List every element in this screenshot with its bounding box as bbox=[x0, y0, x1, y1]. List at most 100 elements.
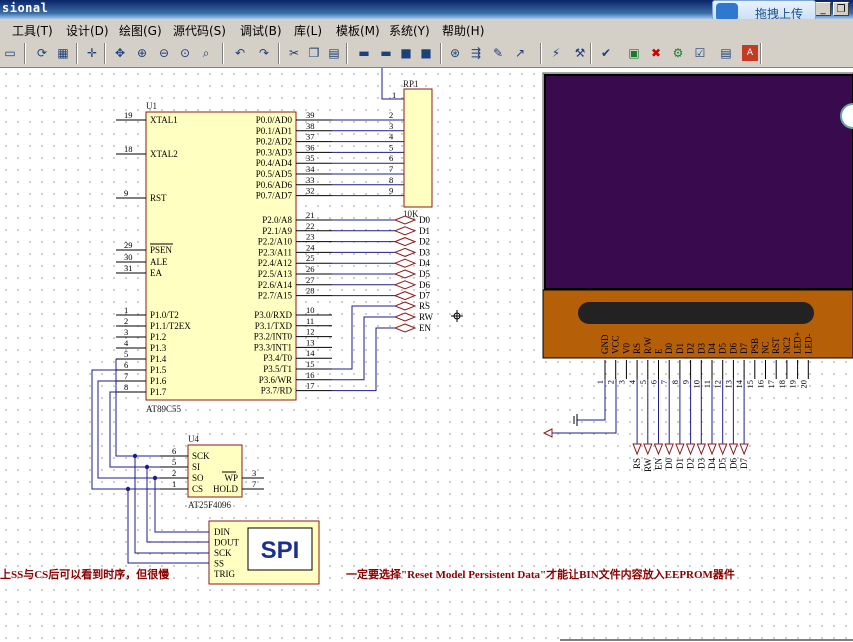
junction-dot bbox=[144, 464, 150, 470]
u1-pin-name: P0.5/AD5 bbox=[256, 169, 293, 179]
lcd-pin-num: 6 bbox=[649, 380, 659, 384]
menu-bar: 工具(T) 设计(D) 绘图(G) 源代码(S) 调试(B) 库(L) 模板(M) 系统(Y)… bbox=[0, 19, 853, 40]
paste-icon[interactable]: ▤ bbox=[326, 45, 342, 61]
lcd-pin-num: 5 bbox=[638, 380, 648, 384]
restore-button[interactable]: ❐ bbox=[833, 2, 849, 16]
menu-6[interactable]: 模板(M) bbox=[336, 22, 380, 39]
zoom-in-icon[interactable]: ⊕ bbox=[134, 45, 150, 61]
new-sheet-icon[interactable]: ▣ bbox=[626, 45, 642, 61]
net-label-rw-tag bbox=[393, 312, 417, 322]
schematic-drawing[interactable]: U1AT89C5519 XTAL118 XTAL29 RST29 PSEN30 ALE31… bbox=[0, 68, 853, 642]
junction-dot bbox=[152, 475, 158, 481]
lcd-net-label: EN bbox=[654, 458, 664, 470]
u1-pin-num: 6 bbox=[124, 360, 128, 370]
minimize-button[interactable]: _ bbox=[815, 2, 831, 16]
spi-pin-name: TRIG bbox=[214, 569, 235, 579]
vcc-wire bbox=[552, 379, 617, 434]
u1-pin-num: 11 bbox=[306, 316, 314, 326]
property-assign-icon[interactable]: ✔ bbox=[598, 45, 614, 61]
power-arrow-icon bbox=[542, 428, 553, 438]
net-label-d7-tag bbox=[393, 291, 417, 301]
net-label-d1: D1 bbox=[419, 226, 430, 236]
lcd-net-label: D3 bbox=[696, 458, 706, 469]
u1-pin-name: P3.1/TXD bbox=[255, 321, 293, 331]
schematic-canvas[interactable]: U1 AT89C55 19 XTAL1 18 XTAL2 9 RST 29 PSEN 30 ALE 31… bbox=[0, 68, 853, 642]
u1-pin-name: P3.4/T0 bbox=[263, 353, 292, 363]
menu-3[interactable]: 源代码(S) bbox=[173, 22, 226, 39]
menu-2[interactable]: 绘图(G) bbox=[119, 22, 162, 39]
block-delete-icon[interactable]: ■ bbox=[418, 45, 434, 61]
electrical-check-icon[interactable]: ☑ bbox=[692, 45, 708, 61]
junction-dot bbox=[125, 486, 131, 492]
redo-icon[interactable]: ↷ bbox=[256, 45, 272, 61]
lcd-net-tag bbox=[696, 443, 707, 456]
u1-pin-name: P3.7/RD bbox=[261, 386, 293, 396]
lcd-pin-name: D2 bbox=[686, 343, 696, 354]
copy-icon[interactable]: ❐ bbox=[306, 45, 322, 61]
u1-pin-name: RST bbox=[150, 193, 167, 203]
menu-4[interactable]: 调试(B) bbox=[240, 22, 282, 39]
zoom-out-icon[interactable]: ⊖ bbox=[156, 45, 172, 61]
remove-sheet-icon[interactable]: ✖ bbox=[648, 45, 664, 61]
netlist-icon[interactable]: ▤ bbox=[718, 45, 734, 61]
u1-pin-num: 38 bbox=[306, 121, 315, 131]
wire-autorouter-icon[interactable]: ⚡ bbox=[548, 45, 564, 61]
block-copy-icon[interactable]: ▬ bbox=[356, 45, 372, 61]
lcd-pin-num: 19 bbox=[788, 380, 798, 389]
u1-pin-num: 37 bbox=[306, 132, 315, 142]
cut-icon[interactable]: ✂ bbox=[286, 45, 302, 61]
lcd-slot bbox=[578, 302, 814, 324]
lcd-pin-name: D4 bbox=[707, 343, 717, 354]
rp1-pin-num: 7 bbox=[389, 164, 393, 174]
pick-device-icon[interactable]: ⊛ bbox=[447, 45, 463, 61]
pan-icon[interactable]: ✥ bbox=[112, 45, 128, 61]
menu-1[interactable]: 设计(D) bbox=[66, 22, 109, 39]
u1-part: AT89C55 bbox=[146, 404, 182, 414]
packaging-icon[interactable]: ✎ bbox=[490, 45, 506, 61]
u1-pin-num: 26 bbox=[306, 264, 315, 274]
menu-0[interactable]: 工具(T) bbox=[12, 22, 53, 39]
net-label-d5: D5 bbox=[419, 269, 430, 279]
junction-dot bbox=[132, 453, 138, 459]
net-label-d6: D6 bbox=[419, 280, 430, 290]
u1-pin-num: 34 bbox=[306, 164, 315, 174]
undo-icon[interactable]: ↶ bbox=[232, 45, 248, 61]
lcd-net-label: D5 bbox=[718, 458, 728, 469]
bill-of-materials-icon[interactable]: ⚙ bbox=[670, 45, 686, 61]
origin-icon[interactable]: ✛ bbox=[84, 45, 100, 61]
block-move-icon[interactable]: ▬ bbox=[378, 45, 394, 61]
refresh-icon[interactable]: ⟳ bbox=[34, 45, 50, 61]
net-label-d6-tag bbox=[393, 280, 417, 290]
u1-pin-name: P0.2/AD2 bbox=[256, 137, 292, 147]
u1-pin-num: 18 bbox=[124, 144, 133, 154]
make-device-icon[interactable]: ⇶ bbox=[468, 45, 484, 61]
u1-pin-num: 13 bbox=[306, 337, 315, 347]
lcd-screen bbox=[544, 74, 853, 290]
u1-pin-name: P0.6/AD6 bbox=[256, 180, 293, 190]
net-label-d4: D4 bbox=[419, 258, 430, 268]
zoom-all-icon[interactable]: ⊙ bbox=[177, 45, 193, 61]
rp1-body[interactable] bbox=[403, 88, 433, 208]
decompose-icon[interactable]: ↗ bbox=[512, 45, 528, 61]
toolbar-separator bbox=[346, 43, 348, 64]
search-tag-icon[interactable]: ⚒ bbox=[572, 45, 588, 61]
u1-pin-name: P0.7/AD7 bbox=[256, 191, 293, 201]
u1-pin-num: 10 bbox=[306, 305, 315, 315]
open-icon[interactable]: ▭ bbox=[2, 45, 18, 61]
block-rotate-icon[interactable]: ■ bbox=[398, 45, 414, 61]
ares-icon[interactable]: A bbox=[742, 45, 758, 61]
menu-8[interactable]: 帮助(H) bbox=[442, 22, 484, 39]
menu-7[interactable]: 系统(Y) bbox=[389, 22, 430, 39]
u1-pin-name: P3.6/WR bbox=[259, 375, 292, 385]
toolbar-separator bbox=[104, 43, 106, 64]
u1-pin-name: P1.3 bbox=[150, 343, 167, 353]
window-title: sional bbox=[2, 1, 49, 15]
spi-pin-name: DOUT bbox=[214, 538, 239, 548]
menu-5[interactable]: 库(L) bbox=[294, 22, 322, 39]
zoom-area-icon[interactable]: ⌕ bbox=[198, 45, 214, 61]
grid-icon[interactable]: ▦ bbox=[55, 45, 71, 61]
lcd-pin-num: 3 bbox=[616, 380, 626, 384]
u1-pin-num: 4 bbox=[124, 338, 129, 348]
net-label-rw: RW bbox=[419, 312, 434, 322]
rw-wire bbox=[332, 316, 395, 381]
